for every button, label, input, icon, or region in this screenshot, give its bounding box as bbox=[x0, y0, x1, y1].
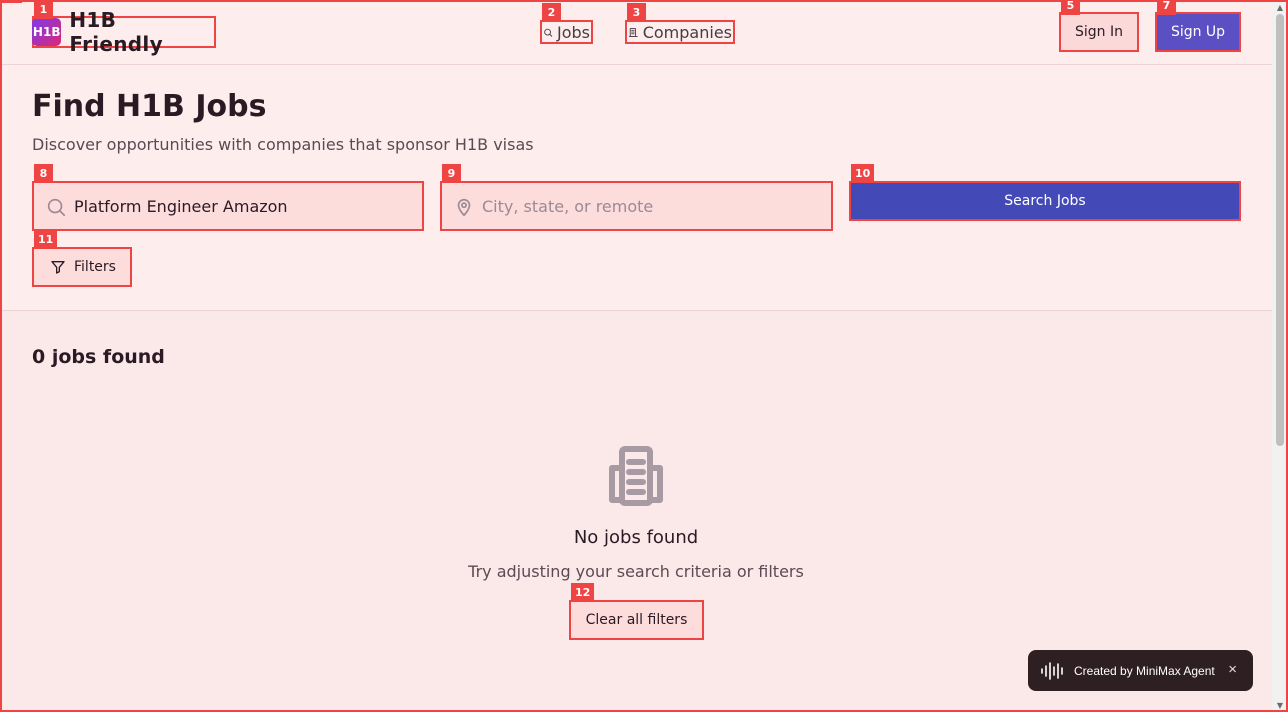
search-jobs-button[interactable]: Search Jobs bbox=[849, 181, 1241, 221]
location-search-input[interactable]: City, state, or remote bbox=[440, 181, 833, 231]
vertical-scrollbar[interactable]: ▲ ▼ bbox=[1272, 0, 1288, 712]
element-marker: 2 bbox=[542, 3, 561, 22]
page-subtitle: Discover opportunities with companies th… bbox=[32, 135, 534, 154]
building-icon bbox=[609, 446, 663, 506]
close-icon[interactable]: × bbox=[1228, 661, 1237, 678]
location-placeholder: City, state, or remote bbox=[482, 196, 654, 216]
building-icon bbox=[628, 27, 638, 37]
search-icon bbox=[47, 198, 66, 217]
empty-state-subtitle: Try adjusting your search criteria or fi… bbox=[468, 562, 804, 581]
filters-button[interactable]: Filters bbox=[32, 247, 132, 287]
waveform-icon bbox=[1041, 661, 1063, 680]
results-count: 0 jobs found bbox=[32, 346, 165, 368]
element-marker: 1 bbox=[34, 0, 53, 19]
page-title: Find H1B Jobs bbox=[32, 89, 267, 124]
nav-companies-link[interactable]: Companies bbox=[625, 20, 735, 44]
nav-jobs-label: Jobs bbox=[557, 22, 590, 42]
keyword-value: Platform Engineer Amazon bbox=[74, 196, 288, 216]
filter-icon bbox=[51, 261, 65, 274]
clear-filters-button[interactable]: Clear all filters bbox=[569, 600, 704, 640]
element-marker: 9 bbox=[442, 164, 461, 183]
brand-home-link[interactable]: H1B H1B Friendly bbox=[32, 8, 216, 56]
filters-label: Filters bbox=[74, 259, 116, 275]
element-marker: 12 bbox=[571, 583, 595, 602]
element-marker: 11 bbox=[34, 230, 58, 249]
search-hero: Find H1B Jobs Discover opportunities wit… bbox=[0, 65, 1272, 311]
scrollbar-thumb[interactable] bbox=[1276, 14, 1284, 446]
toast-text: Created by MiniMax Agent bbox=[1074, 663, 1215, 678]
nav-companies-label: Companies bbox=[642, 22, 732, 42]
brand-name: H1B Friendly bbox=[69, 8, 163, 56]
nav-jobs-link[interactable]: Jobs bbox=[540, 20, 593, 44]
sign-in-button[interactable]: Sign In bbox=[1059, 12, 1139, 52]
keyword-search-input[interactable]: Platform Engineer Amazon bbox=[32, 181, 424, 231]
element-marker: 3 bbox=[627, 3, 646, 22]
scroll-down-arrow-icon[interactable]: ▼ bbox=[1272, 698, 1288, 712]
search-icon bbox=[544, 28, 553, 37]
corner-tag bbox=[0, 0, 22, 3]
element-marker: 8 bbox=[34, 164, 53, 183]
sign-up-button[interactable]: Sign Up bbox=[1155, 12, 1241, 52]
scroll-up-arrow-icon[interactable]: ▲ bbox=[1272, 0, 1288, 14]
element-marker: 7 bbox=[1157, 0, 1176, 15]
minimax-agent-toast: Created by MiniMax Agent × bbox=[1028, 650, 1253, 691]
empty-state-title: No jobs found bbox=[573, 527, 699, 548]
map-pin-icon bbox=[457, 198, 471, 217]
brand-logo: H1B bbox=[32, 18, 62, 46]
element-marker: 5 bbox=[1061, 0, 1080, 15]
element-marker: 10 bbox=[851, 164, 875, 183]
